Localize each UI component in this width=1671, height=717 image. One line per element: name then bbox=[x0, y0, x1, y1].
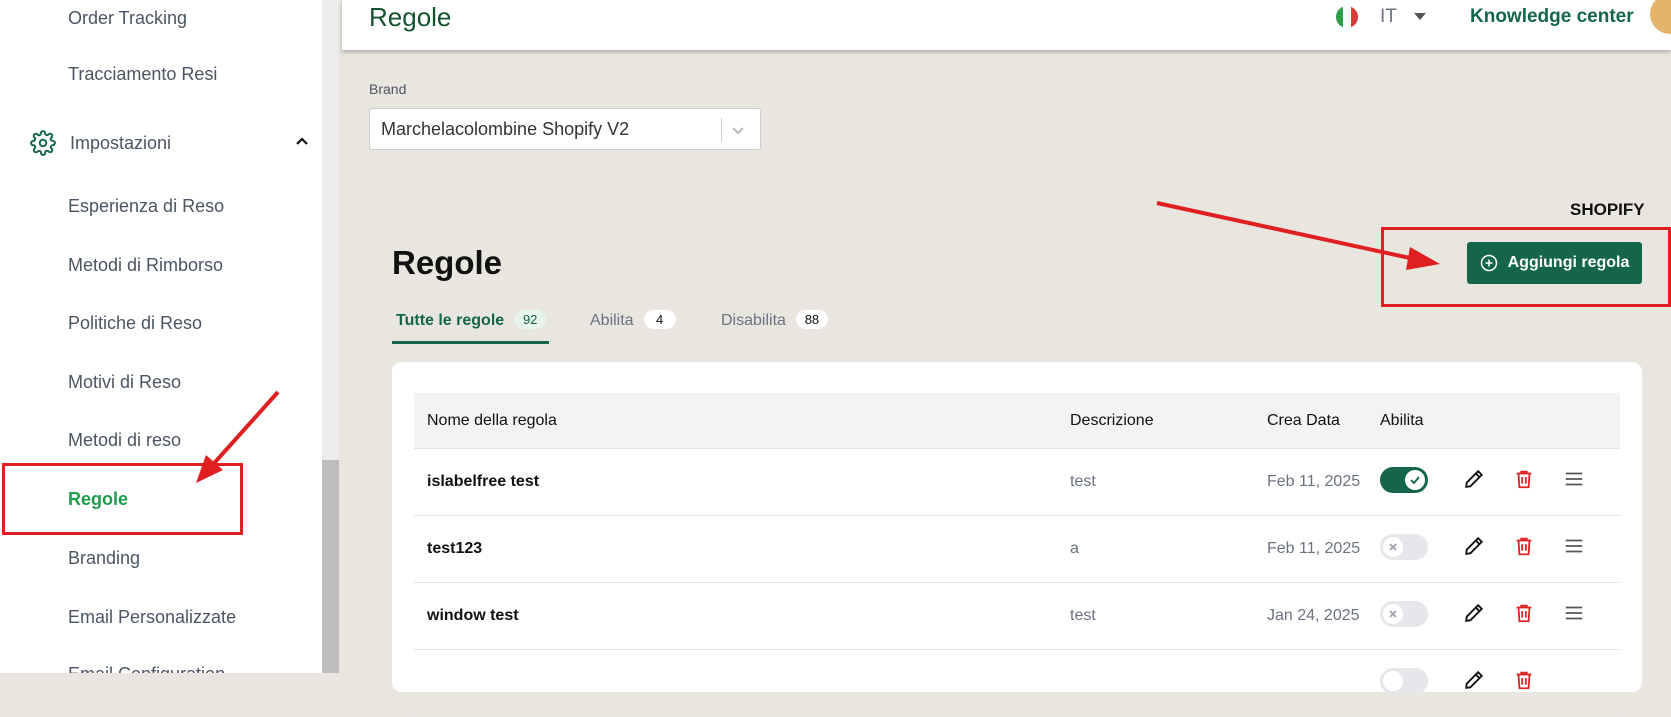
section-title: Regole bbox=[392, 244, 503, 281]
check-icon bbox=[1410, 476, 1420, 485]
sidebar-item-order-tracking[interactable]: Order Tracking bbox=[68, 8, 187, 29]
sidebar-scrollbar-thumb[interactable] bbox=[322, 460, 339, 673]
table-row[interactable] bbox=[414, 650, 1620, 717]
tab-label: Tutte le regole bbox=[396, 312, 505, 329]
caret-down-icon[interactable] bbox=[1414, 13, 1426, 21]
language-selector[interactable]: IT bbox=[1380, 6, 1397, 28]
enable-toggle[interactable] bbox=[1380, 668, 1428, 694]
sidebar-item-returns-tracking[interactable]: Tracciamento Resi bbox=[68, 64, 217, 85]
edit-icon[interactable] bbox=[1463, 468, 1485, 490]
edit-icon[interactable] bbox=[1463, 669, 1485, 691]
column-header-name[interactable]: Nome della regola bbox=[427, 412, 557, 430]
rule-description: test bbox=[1070, 473, 1096, 490]
column-header-enabled[interactable]: Abilita bbox=[1380, 412, 1424, 430]
annotation-box-rules bbox=[2, 463, 243, 535]
italy-flag-icon[interactable] bbox=[1336, 6, 1358, 28]
sidebar-item-return-experience[interactable]: Esperienza di Reso bbox=[68, 196, 224, 217]
column-header-description[interactable]: Descrizione bbox=[1070, 412, 1154, 430]
trash-icon[interactable] bbox=[1513, 602, 1535, 624]
sidebar-item-refund-methods[interactable]: Metodi di Rimborso bbox=[68, 255, 223, 276]
tab-label: Disabilita bbox=[721, 312, 786, 329]
rule-description: a bbox=[1070, 540, 1079, 557]
count-badge: 92 bbox=[514, 310, 547, 329]
drag-handle-icon[interactable] bbox=[1563, 535, 1585, 557]
enable-toggle[interactable] bbox=[1380, 467, 1428, 493]
table-row[interactable]: test123 a Feb 11, 2025 bbox=[414, 516, 1620, 583]
chevron-down-icon[interactable] bbox=[729, 121, 747, 139]
x-icon bbox=[1389, 610, 1397, 618]
tab-enabled[interactable]: Abilita 4 bbox=[590, 310, 676, 342]
rule-date: Feb 11, 2025 bbox=[1267, 473, 1361, 490]
rules-table-card: Nome della regola Descrizione Crea Data … bbox=[392, 362, 1642, 717]
sidebar-section-label: Impostazioni bbox=[70, 132, 172, 153]
sidebar-item-branding[interactable]: Branding bbox=[68, 548, 140, 569]
sidebar-item-return-policies[interactable]: Politiche di Reso bbox=[68, 313, 202, 334]
rule-date: Feb 11, 2025 bbox=[1267, 540, 1361, 557]
enable-toggle[interactable] bbox=[1380, 601, 1428, 627]
trash-icon[interactable] bbox=[1513, 669, 1535, 691]
toggle-knob bbox=[1405, 470, 1425, 490]
sidebar-item-return-methods[interactable]: Metodi di reso bbox=[68, 430, 181, 451]
tab-label: Abilita bbox=[590, 312, 634, 329]
brand-select-value: Marchelacolombine Shopify V2 bbox=[381, 119, 630, 139]
rule-name: islabelfree test bbox=[427, 473, 540, 490]
rule-date: Jan 24, 2025 bbox=[1267, 607, 1360, 624]
count-badge: 88 bbox=[795, 310, 828, 329]
rule-description: test bbox=[1070, 607, 1096, 624]
table-row[interactable]: window test test Jan 24, 2025 bbox=[414, 583, 1620, 650]
table-header: Nome della regola Descrizione Crea Data … bbox=[414, 393, 1620, 449]
top-header: Regole IT Knowledge center bbox=[342, 0, 1671, 50]
x-icon bbox=[1389, 543, 1397, 551]
trash-icon[interactable] bbox=[1513, 468, 1535, 490]
trash-icon[interactable] bbox=[1513, 535, 1535, 557]
platform-label: SHOPIFY bbox=[1570, 200, 1645, 219]
column-header-date[interactable]: Crea Data bbox=[1267, 412, 1340, 430]
brand-label: Brand bbox=[369, 81, 407, 97]
active-tab-indicator bbox=[392, 341, 549, 344]
brand-select[interactable]: Marchelacolombine Shopify V2 bbox=[369, 108, 761, 150]
table-row[interactable]: islabelfree test test Feb 11, 2025 bbox=[414, 449, 1620, 516]
annotation-box-add-button bbox=[1381, 227, 1671, 307]
edit-icon[interactable] bbox=[1463, 535, 1485, 557]
toggle-knob bbox=[1383, 604, 1403, 624]
rule-name: window test bbox=[427, 607, 519, 624]
knowledge-center-link[interactable]: Knowledge center bbox=[1470, 6, 1634, 28]
sidebar-item-custom-emails[interactable]: Email Personalizzate bbox=[68, 607, 236, 628]
sidebar-item-return-reasons[interactable]: Motivi di Reso bbox=[68, 372, 181, 393]
sidebar-item-email-configuration[interactable]: Email Configuration bbox=[68, 664, 225, 673]
edit-icon[interactable] bbox=[1463, 602, 1485, 624]
chevron-up-icon[interactable] bbox=[294, 133, 310, 149]
toggle-knob bbox=[1383, 537, 1403, 557]
toggle-knob bbox=[1383, 671, 1403, 691]
gear-icon bbox=[30, 130, 56, 156]
count-badge: 4 bbox=[643, 310, 676, 329]
avatar[interactable] bbox=[1650, 0, 1671, 34]
select-divider bbox=[721, 118, 722, 142]
drag-handle-icon[interactable] bbox=[1563, 468, 1585, 490]
tab-disabled[interactable]: Disabilita 88 bbox=[721, 310, 828, 342]
enable-toggle[interactable] bbox=[1380, 534, 1428, 560]
drag-handle-icon[interactable] bbox=[1563, 602, 1585, 624]
page-title: Regole bbox=[369, 2, 452, 32]
sidebar-section-settings[interactable]: Impostazioni bbox=[30, 128, 310, 158]
annotation-arrow-button bbox=[1156, 201, 1411, 260]
tab-all-rules[interactable]: Tutte le regole 92 bbox=[396, 310, 547, 342]
sidebar: Order Tracking Tracciamento Resi Imposta… bbox=[0, 0, 322, 673]
rule-name: test123 bbox=[427, 540, 483, 557]
